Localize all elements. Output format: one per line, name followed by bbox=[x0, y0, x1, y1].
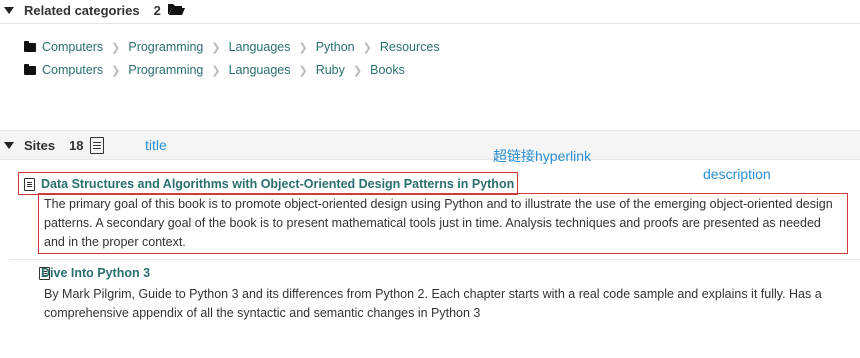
site-title-link[interactable]: Dive Into Python 3 bbox=[41, 266, 150, 280]
chevron-right-icon: ❯ bbox=[211, 64, 221, 77]
annotation-description: description bbox=[703, 166, 771, 182]
folder-icon bbox=[24, 63, 36, 75]
header-divider bbox=[0, 23, 860, 24]
sites-header-bar bbox=[0, 130, 860, 160]
breadcrumb-link[interactable]: Computers bbox=[42, 40, 103, 54]
site-description: By Mark Pilgrim, Guide to Python 3 and i… bbox=[44, 287, 822, 320]
breadcrumb-link[interactable]: Programming bbox=[128, 40, 203, 54]
chevron-right-icon: ❯ bbox=[362, 41, 372, 54]
related-categories-count: 2 bbox=[153, 2, 161, 18]
annotation-title: title bbox=[145, 137, 167, 153]
breadcrumb-link[interactable]: Programming bbox=[128, 63, 203, 77]
annotation-hyperlink: 超链接hyperlink bbox=[493, 148, 592, 164]
breadcrumb-link[interactable]: Books bbox=[370, 63, 405, 77]
annotation-box-hyperlink bbox=[18, 172, 518, 195]
breadcrumb-link[interactable]: Computers bbox=[42, 63, 103, 77]
breadcrumb-link[interactable]: Languages bbox=[229, 63, 291, 77]
collapse-triangle-icon[interactable] bbox=[4, 6, 14, 14]
chevron-right-icon: ❯ bbox=[352, 64, 363, 77]
breadcrumb-link[interactable]: Languages bbox=[229, 40, 291, 54]
breadcrumb-link[interactable]: Python bbox=[316, 40, 355, 54]
site-divider bbox=[10, 259, 860, 260]
related-categories-heading: Related categories bbox=[24, 2, 140, 18]
related-category-path-2: Computers ❯ Programming ❯ Languages ❯ Ru… bbox=[24, 61, 405, 79]
sites-header[interactable]: Sites 18 bbox=[0, 133, 104, 157]
collapse-triangle-icon[interactable] bbox=[4, 141, 14, 149]
chevron-right-icon: ❯ bbox=[298, 64, 308, 77]
related-category-path-1: Computers ❯ Programming ❯ Languages ❯ Py… bbox=[24, 38, 440, 56]
related-categories-header[interactable]: Related categories 2 bbox=[0, 0, 185, 22]
chevron-right-icon: ❯ bbox=[211, 41, 221, 54]
annotation-box-description bbox=[38, 193, 848, 254]
sites-count: 18 bbox=[69, 137, 84, 153]
chevron-right-icon: ❯ bbox=[111, 41, 121, 54]
folder-open-icon bbox=[167, 2, 185, 19]
chevron-right-icon: ❯ bbox=[111, 64, 121, 77]
chevron-right-icon: ❯ bbox=[298, 41, 308, 54]
document-icon bbox=[89, 136, 104, 154]
breadcrumb-link[interactable]: Ruby bbox=[316, 63, 345, 77]
sites-heading: Sites bbox=[24, 137, 56, 153]
folder-icon bbox=[24, 40, 36, 52]
breadcrumb-link[interactable]: Resources bbox=[380, 40, 440, 54]
